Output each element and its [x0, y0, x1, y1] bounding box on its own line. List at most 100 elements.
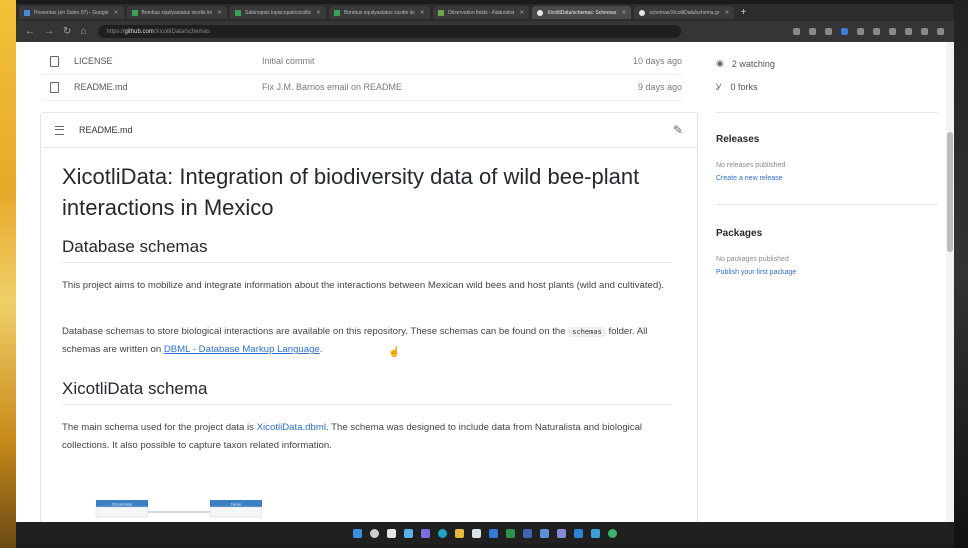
file-name[interactable]: LICENSE	[74, 56, 113, 66]
close-icon[interactable]: ✕	[114, 9, 119, 16]
windows-taskbar	[16, 522, 954, 544]
no-packages-text: No packages published	[716, 256, 789, 263]
close-icon[interactable]: ✕	[217, 9, 222, 16]
extension-icons	[793, 28, 944, 35]
packages-heading[interactable]: Packages	[716, 228, 762, 239]
reload-icon[interactable]: ↻	[63, 26, 71, 37]
heading-database-schemas: Database schemas	[62, 237, 672, 263]
tab-4[interactable]: Bombus xquilyastatus xicotle lio ✕	[329, 6, 430, 19]
favicon-icon	[131, 9, 138, 16]
store-icon[interactable]	[472, 528, 481, 538]
favicon-icon	[24, 9, 30, 16]
heading-xicotlidata-schema: XicotliData schema	[62, 379, 672, 405]
chrome-icon[interactable]	[608, 528, 617, 538]
app-icon[interactable]	[540, 528, 549, 538]
extension-icon[interactable]	[809, 28, 816, 35]
app-icon[interactable]	[591, 528, 600, 538]
table-body-taxon	[209, 506, 262, 518]
readme-content: XicotliData: Integration of biodiversity…	[62, 161, 672, 451]
tab-6[interactable]: XicotliData/schemas: Schemas ✕	[532, 6, 632, 19]
extension-icon[interactable]	[873, 28, 880, 35]
mail-icon[interactable]	[489, 528, 498, 538]
close-icon[interactable]: ✕	[519, 9, 524, 16]
browser-window: Presentas (en Salen 07) - Google ✕ Bombus…	[16, 4, 954, 544]
back-icon[interactable]: ←	[25, 26, 35, 37]
readme-title: XicotliData: Integration of biodiversity…	[62, 164, 640, 220]
readme-filename: README.md	[79, 125, 133, 135]
file-name[interactable]: README.md	[74, 82, 128, 92]
create-release-link[interactable]: Create a new release	[716, 175, 783, 182]
app-icon[interactable]	[523, 528, 532, 538]
extension-icon[interactable]	[841, 28, 848, 35]
table-body-occurrence	[95, 506, 149, 518]
file-row[interactable]: README.md Fix J.M. Barrios email on READ…	[42, 74, 682, 101]
file-icon	[50, 81, 59, 93]
github-favicon-icon	[537, 9, 544, 16]
explorer-icon[interactable]	[455, 528, 464, 538]
scrollbar-thumb[interactable]	[947, 132, 953, 252]
commit-message[interactable]: Initial commit	[262, 56, 315, 66]
tab-1[interactable]: Presentas (en Salen 07) - Google ✕	[19, 6, 124, 19]
xicotlidata-dbml-link[interactable]: XicotliData.dbml	[257, 422, 326, 433]
publish-package-link[interactable]: Publish your first package	[716, 269, 796, 276]
extension-icon[interactable]	[857, 28, 864, 35]
settings-icon[interactable]	[557, 528, 566, 538]
start-icon[interactable]	[353, 528, 362, 538]
extension-icon[interactable]	[905, 28, 912, 35]
tab-7[interactable]: schemas/XicotliData/schema.gr ✕	[634, 6, 735, 19]
file-icon	[50, 55, 59, 67]
favicon-icon	[334, 9, 341, 16]
new-tab-button[interactable]: +	[740, 7, 746, 18]
url-input[interactable]: https://github.com/XicotliData/schemas	[98, 25, 682, 38]
forks-link[interactable]: Ỿ0 forks	[716, 80, 757, 93]
home-icon[interactable]: ⌂	[80, 26, 86, 37]
paragraph-schemas: Database schemas to store biological int…	[62, 326, 648, 355]
no-releases-text: No releases published	[716, 162, 786, 169]
close-icon[interactable]: ✕	[316, 9, 321, 16]
commit-date: 10 days ago	[632, 56, 682, 66]
commit-message[interactable]: Fix J.M. Barrios email on README	[262, 82, 402, 92]
file-row[interactable]: LICENSE Initial commit 10 days ago	[42, 48, 682, 75]
desktop-wallpaper-right	[954, 0, 968, 548]
dbml-link[interactable]: DBML - Database Markup Language	[164, 344, 320, 355]
edge-icon[interactable]	[438, 528, 447, 538]
watching-link[interactable]: ◉ 2 watching	[716, 58, 775, 69]
list-icon[interactable]	[55, 125, 64, 135]
task-view-icon[interactable]	[387, 528, 396, 538]
vscode-icon[interactable]	[574, 528, 583, 538]
profile-icon[interactable]	[921, 28, 928, 35]
close-icon[interactable]: ✕	[724, 9, 729, 16]
mouse-cursor-icon: ☝	[388, 347, 401, 358]
commit-date: 9 days ago	[637, 82, 682, 92]
forward-icon[interactable]: →	[44, 26, 54, 37]
page-scrollbar[interactable]	[946, 42, 954, 522]
widgets-icon[interactable]	[404, 528, 413, 538]
paragraph-intro: This project aims to mobilize and integr…	[62, 280, 665, 291]
github-favicon-icon	[639, 9, 646, 16]
repo-sidebar: ◉ 2 watching Ỿ0 forks Releases No release…	[716, 42, 940, 522]
extension-icon[interactable]	[825, 28, 832, 35]
favicon-icon	[437, 9, 444, 16]
releases-heading[interactable]: Releases	[716, 134, 759, 145]
extension-icon[interactable]	[793, 28, 800, 35]
table-title-taxon: Taxon	[231, 502, 242, 507]
chat-icon[interactable]	[421, 528, 430, 538]
table-title-occurrence: Occurrence	[112, 502, 133, 507]
divider	[716, 112, 938, 113]
readme-header: README.md ✎	[41, 113, 697, 148]
eye-icon: ◉	[716, 58, 724, 68]
tab-strip: Presentas (en Salen 07) - Google ✕ Bombus…	[16, 4, 954, 21]
search-icon[interactable]	[370, 528, 379, 538]
extension-icon[interactable]	[889, 28, 896, 35]
close-icon[interactable]: ✕	[420, 9, 425, 16]
tab-5[interactable]: Observation fields - iNaturalist ✕	[432, 6, 530, 19]
tab-3[interactable]: Sabinopsis lopiscopaticocollis ✕	[230, 6, 327, 19]
fork-icon: Ỿ	[716, 82, 722, 92]
app-icon[interactable]	[506, 528, 515, 538]
close-icon[interactable]: ✕	[621, 9, 626, 16]
pencil-icon[interactable]: ✎	[673, 123, 683, 137]
menu-icon[interactable]	[937, 28, 944, 35]
favicon-icon	[235, 9, 242, 16]
divider	[716, 204, 938, 205]
tab-2[interactable]: Bombus xquilyastatus xicotle lio ✕	[126, 6, 228, 19]
